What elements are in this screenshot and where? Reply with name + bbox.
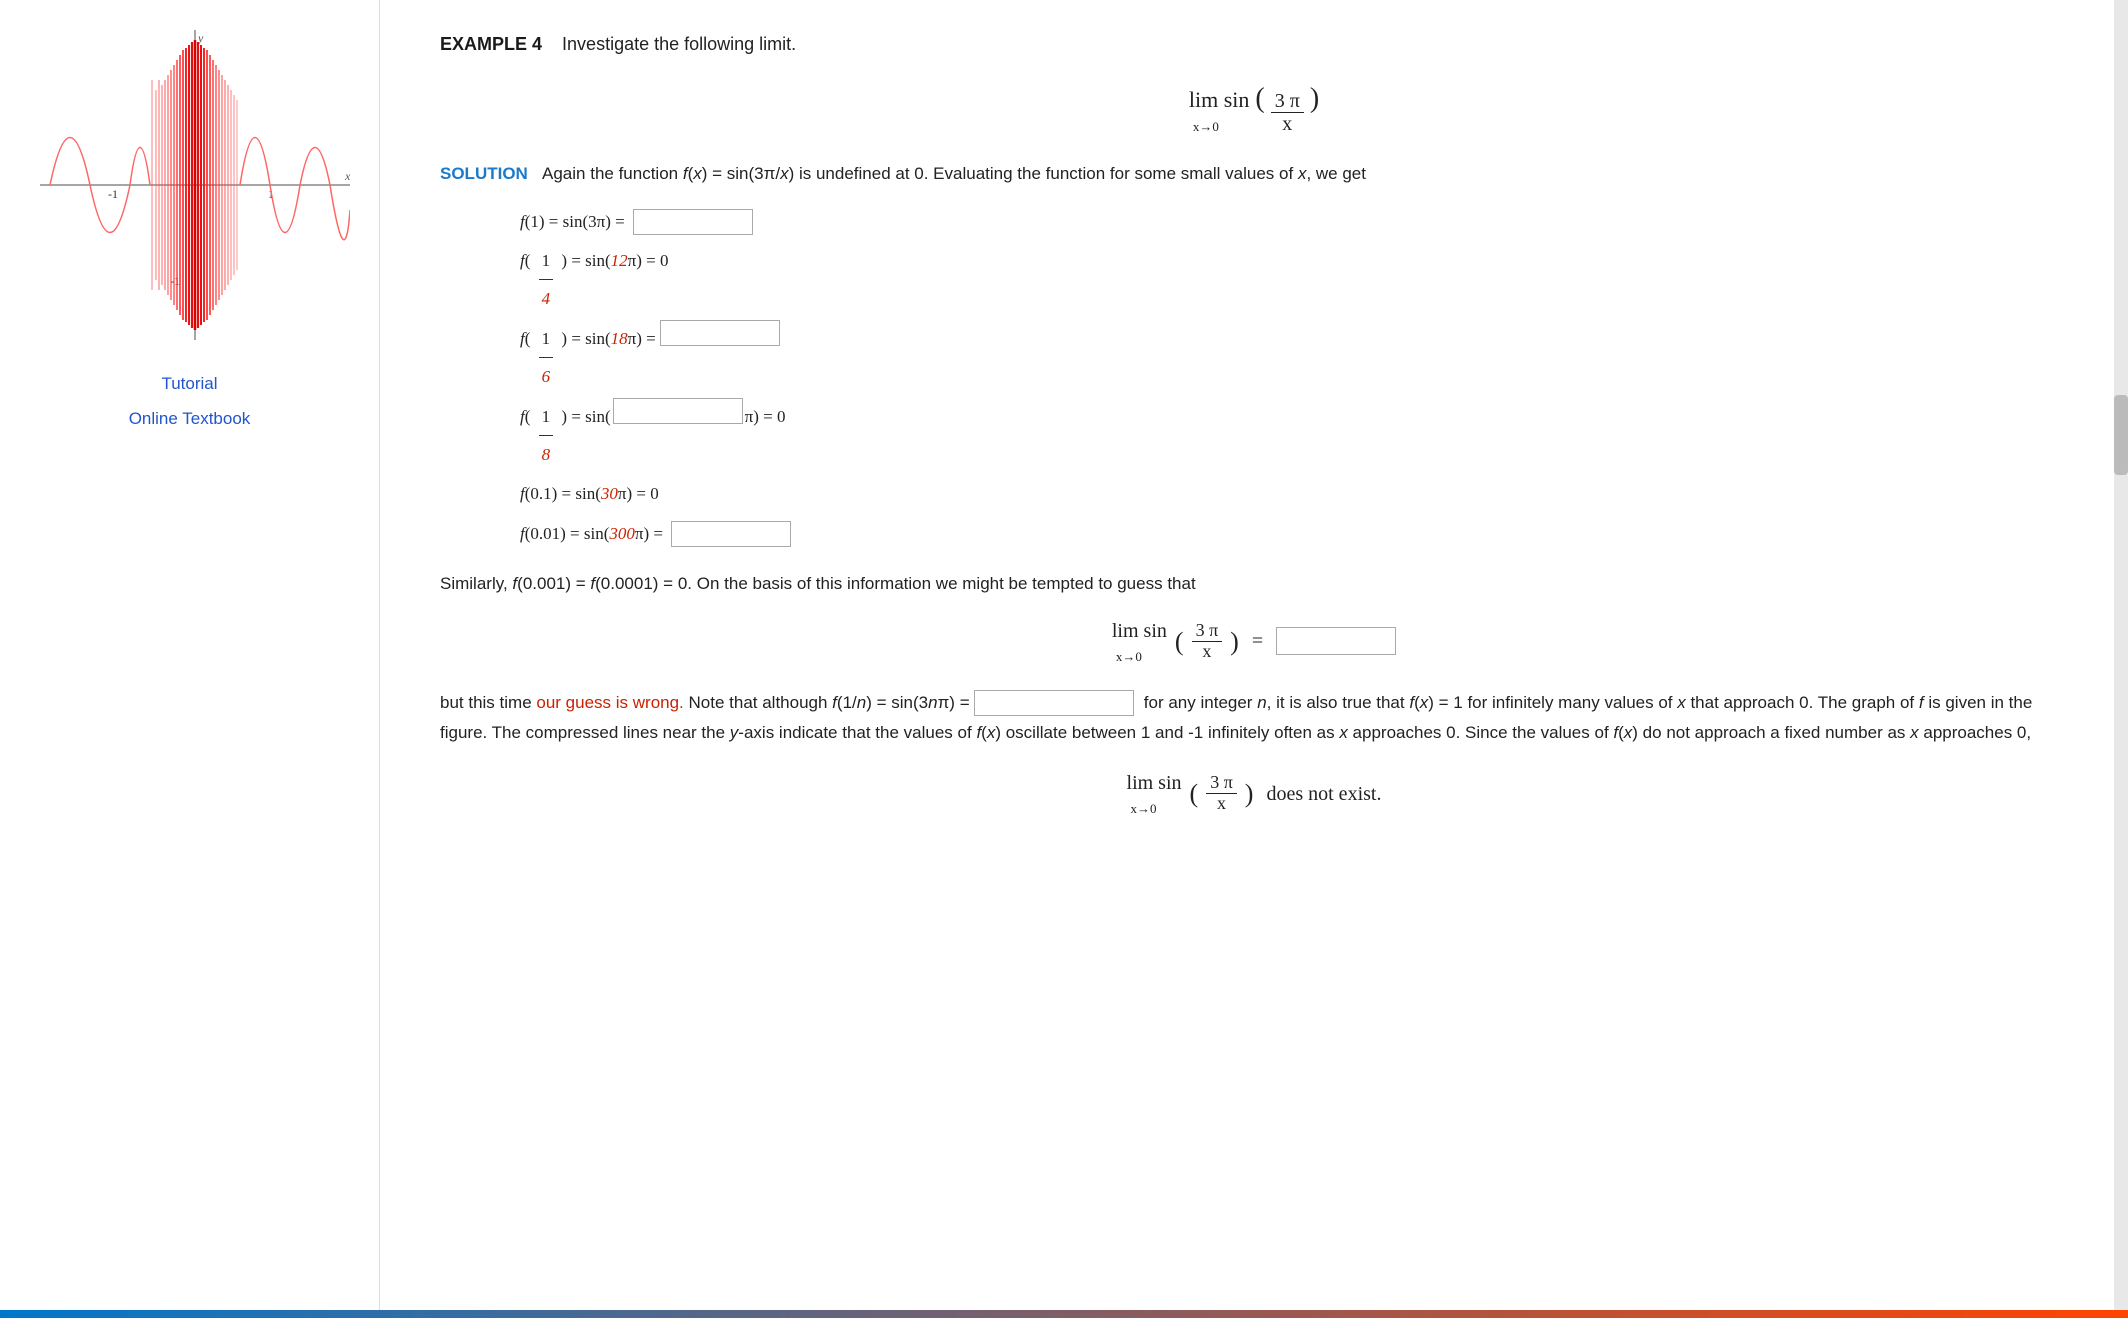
blank-f6[interactable] <box>660 320 780 346</box>
blank-limit-guess[interactable] <box>1276 627 1396 655</box>
bottom-bar <box>0 1310 2128 1318</box>
example-label: EXAMPLE 4 <box>440 34 542 54</box>
svg-text:x: x <box>344 169 350 183</box>
red-6: 6 <box>542 358 551 395</box>
wrong-phrase: our guess is wrong. <box>536 693 683 712</box>
blank-f1[interactable] <box>633 209 753 235</box>
graph-figure: x y -1 1 -1 <box>30 20 350 340</box>
red-4: 4 <box>542 280 551 317</box>
equations-block: f(1) = sin(3π) = f( 1 4 ) = sin(12π) = 0… <box>520 203 2068 553</box>
textbook-link[interactable]: Online Textbook <box>129 405 251 432</box>
main-limit-formula: lim sin x→0 ( 3 π x ) <box>440 77 2068 138</box>
solution-label: SOLUTION <box>440 164 528 183</box>
eq-row-5: f(0.1) = sin(30π) = 0 <box>520 475 2068 512</box>
similarly-text: Similarly, f(0.001) = f(0.0001) = 0. On … <box>440 570 2068 599</box>
second-limit-formula: lim sin x→0 ( 3 π x ) = <box>440 615 2068 668</box>
scrollbar-track <box>2114 0 2128 1318</box>
scrollbar-thumb[interactable] <box>2114 395 2128 475</box>
eq-row-4: f( 1 8 ) = sin( π) = 0 <box>520 398 2068 474</box>
example-title: EXAMPLE 4 Investigate the following limi… <box>440 30 2068 59</box>
svg-text:-1: -1 <box>108 187 118 201</box>
eq-row-3: f( 1 6 ) = sin(18π) = <box>520 320 2068 396</box>
blank-wrong[interactable] <box>974 690 1134 716</box>
blank-f001[interactable] <box>671 521 791 547</box>
sidebar-links: Tutorial Online Textbook <box>129 370 251 432</box>
solution-paragraph: SOLUTION Again the function f(x) = sin(3… <box>440 160 2068 189</box>
final-limit-formula: lim sin x→0 ( 3 π x ) does not exist. <box>440 767 2068 820</box>
blank-f8-pi[interactable] <box>613 398 743 424</box>
eq-row-2: f( 1 4 ) = sin(12π) = 0 <box>520 242 2068 318</box>
example-intro: Investigate the following limit. <box>562 34 796 54</box>
wrong-guess-text: but this time our guess is wrong. Note t… <box>440 688 2068 748</box>
sidebar: x y -1 1 -1 <box>0 0 380 1318</box>
eq-row-6: f(0.01) = sin(300π) = <box>520 515 2068 552</box>
tutorial-link[interactable]: Tutorial <box>161 370 217 397</box>
main-content: EXAMPLE 4 Investigate the following limi… <box>380 0 2128 1318</box>
red-8: 8 <box>542 436 551 473</box>
eq-row-1: f(1) = sin(3π) = <box>520 203 2068 240</box>
